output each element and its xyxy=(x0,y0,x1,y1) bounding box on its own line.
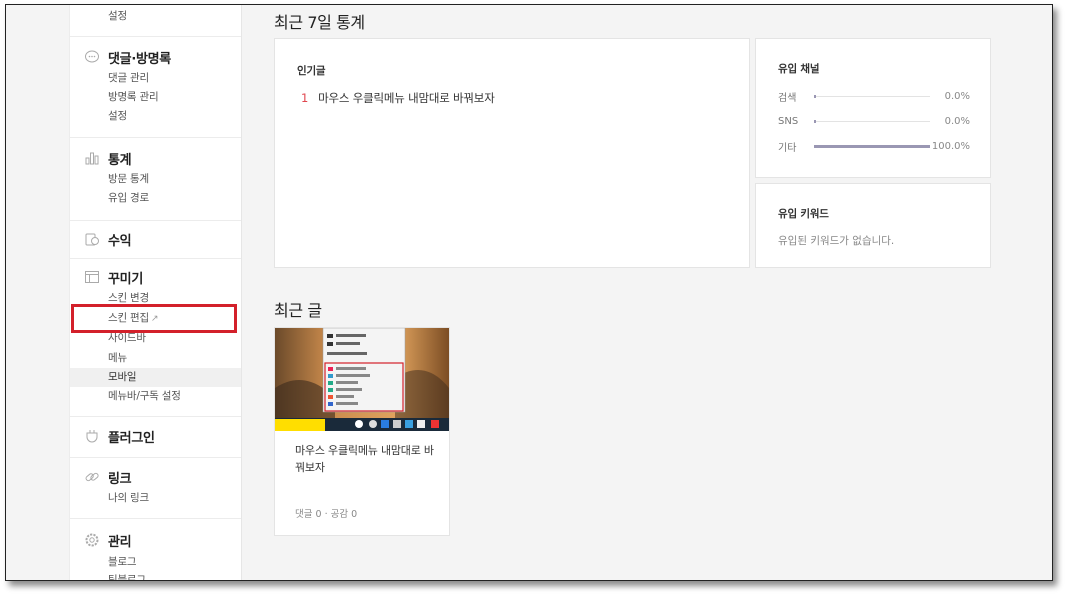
sidebar-head-label: 수익 xyxy=(108,233,132,249)
sidebar-group-links: 링크 나의 링크 xyxy=(70,457,241,519)
sidebar-group-blog-end xyxy=(70,5,241,37)
sidebar-item-my-links[interactable]: 나의 링크 xyxy=(70,489,241,508)
recent-post-card[interactable]: 마우스 우클릭메뉴 내맘대로 바꿔보자 댓글 0 · 공감 0 xyxy=(274,327,450,536)
sidebar-item-guestbook-manage[interactable]: 방명록 관리 xyxy=(70,88,241,107)
sidebar-item-visit-stats[interactable]: 방문 통계 xyxy=(70,170,241,189)
channel-label: SNS xyxy=(778,115,799,127)
channel-fill xyxy=(814,144,930,148)
screenshot-frame: 설정 댓글·방명록 댓글 관리 방명록 관리 설정 통계 방문 통계 유입 경로… xyxy=(5,4,1053,581)
link-icon xyxy=(84,469,100,485)
post-like-count: 공감 0 xyxy=(330,509,358,520)
keywords-card: 유입 키워드 유입된 키워드가 없습니다. xyxy=(755,183,991,268)
popular-posts-card: 인기글 1 마우스 우클릭메뉴 내맘대로 바꿔보자 xyxy=(274,38,750,268)
coins-icon xyxy=(84,231,100,247)
sidebar-head-label: 댓글·방명록 xyxy=(108,51,171,67)
channel-label: 기타 xyxy=(778,142,797,154)
popular-rank: 1 xyxy=(301,91,309,105)
keywords-title: 유입 키워드 xyxy=(778,208,829,220)
popular-item-text: 마우스 우클릭메뉴 내맘대로 바꿔보자 xyxy=(318,91,495,105)
sidebar-item-menu[interactable]: 메뉴 xyxy=(70,349,241,368)
sidebar-item-comment-manage[interactable]: 댓글 관리 xyxy=(70,69,241,88)
speech-bubble-icon xyxy=(84,49,100,65)
sidebar-item-referrer[interactable]: 유입 경로 xyxy=(70,189,241,208)
sidebar-group-comments: 댓글·방명록 댓글 관리 방명록 관리 설정 xyxy=(70,36,241,138)
post-meta: 댓글 0 · 공감 0 xyxy=(295,506,357,520)
sidebar-head-stats[interactable]: 통계 xyxy=(84,148,132,168)
bar-chart-icon xyxy=(84,150,100,166)
sidebar-head-links[interactable]: 링크 xyxy=(84,467,132,487)
popular-item[interactable]: 1 마우스 우클릭메뉴 내맘대로 바꿔보자 xyxy=(301,90,495,106)
channel-pct: 0.0% xyxy=(944,90,970,102)
post-comment-count: 댓글 0 xyxy=(295,509,322,520)
channel-pct: 0.0% xyxy=(944,115,970,127)
sidebar-head-label: 링크 xyxy=(108,471,132,487)
channel-fill xyxy=(814,119,816,123)
channel-row-sns: SNS 0.0% xyxy=(778,114,970,128)
channel-row-search: 검색 0.0% xyxy=(778,89,970,104)
sidebar-head-label: 관리 xyxy=(108,534,132,550)
channel-label: 검색 xyxy=(778,92,797,104)
sidebar-group-revenue: 수익 xyxy=(70,220,241,259)
gear-icon xyxy=(84,532,100,548)
sidebar-group-stats: 통계 방문 통계 유입 경로 xyxy=(70,137,241,221)
sidebar-item-team-blog[interactable]: 팀블로그 xyxy=(70,571,241,580)
channel-pct: 100.0% xyxy=(931,140,970,152)
sidebar-head-label: 플러그인 xyxy=(108,430,155,446)
sidebar-head-decorate[interactable]: 꾸미기 xyxy=(84,267,143,287)
sidebar: 설정 댓글·방명록 댓글 관리 방명록 관리 설정 통계 방문 통계 유입 경로… xyxy=(69,5,242,580)
highlight-box xyxy=(71,304,237,333)
channel-row-other: 기타 100.0% xyxy=(778,139,970,154)
post-title[interactable]: 마우스 우클릭메뉴 내맘대로 바꿔보자 xyxy=(295,442,435,476)
sidebar-head-label: 꾸미기 xyxy=(108,271,143,287)
channels-title: 유입 채널 xyxy=(778,63,820,75)
stats-title: 최근 7일 통계 xyxy=(274,13,365,32)
post-meta-separator: · xyxy=(324,509,328,520)
sidebar-head-comments[interactable]: 댓글·방명록 xyxy=(84,47,171,67)
sidebar-item-comment-settings[interactable]: 설정 xyxy=(70,107,241,126)
plug-icon xyxy=(84,428,100,444)
popular-title: 인기글 xyxy=(297,65,326,77)
keywords-empty-text: 유입된 키워드가 없습니다. xyxy=(778,235,895,247)
channel-bar xyxy=(814,144,930,148)
sidebar-head-revenue[interactable]: 수익 xyxy=(84,229,132,249)
post-thumbnail[interactable] xyxy=(275,328,449,431)
recent-title: 최근 글 xyxy=(274,301,322,320)
sidebar-head-manage[interactable]: 관리 xyxy=(84,530,132,550)
sidebar-head-label: 통계 xyxy=(108,152,132,168)
sidebar-group-decorate: 꾸미기 스킨 변경 스킨 편집 ↗ 사이드바 메뉴 모바일 메뉴바/구독 설정 xyxy=(70,258,241,417)
channel-fill xyxy=(814,94,816,98)
sidebar-item-mobile[interactable]: 모바일 xyxy=(70,368,241,387)
channel-bar xyxy=(814,94,930,98)
channel-bar xyxy=(814,119,930,123)
channels-card: 유입 채널 검색 0.0% SNS 0.0% 기타 100.0% xyxy=(755,38,991,178)
sidebar-item-blog[interactable]: 블로그 xyxy=(70,553,241,572)
layout-icon xyxy=(84,269,100,285)
sidebar-group-manage: 관리 블로그 팀블로그 xyxy=(70,518,241,580)
sidebar-head-plugins[interactable]: 플러그인 xyxy=(84,426,155,446)
sidebar-item-menubar-subscribe[interactable]: 메뉴바/구독 설정 xyxy=(70,387,241,406)
sidebar-group-plugins: 플러그인 xyxy=(70,416,241,458)
